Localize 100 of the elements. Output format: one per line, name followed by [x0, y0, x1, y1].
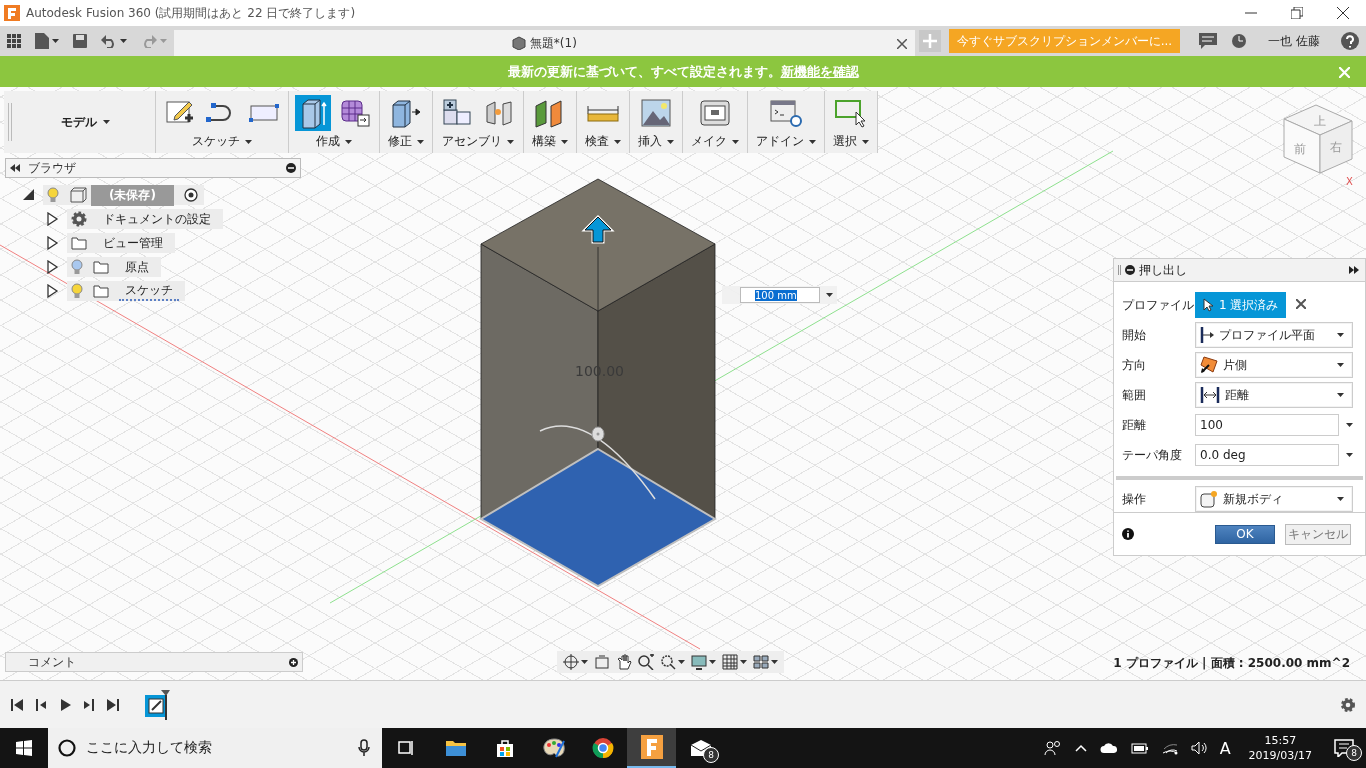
expand-arrow-icon[interactable] — [46, 284, 59, 298]
microphone-icon[interactable] — [358, 739, 370, 757]
joint-icon — [483, 98, 515, 128]
expand-arrow-icon[interactable] — [22, 188, 35, 202]
start-icon[interactable] — [16, 740, 32, 756]
dropdown-field[interactable]: 距離 — [1195, 382, 1353, 408]
notification-badge: 8 — [703, 747, 719, 763]
printer-icon — [699, 98, 731, 128]
viewports-icon[interactable] — [753, 654, 769, 670]
caret-icon — [667, 139, 674, 144]
toolbar-group-menu[interactable]: アセンブリ — [440, 131, 516, 152]
expand-arrow-icon[interactable] — [46, 260, 59, 274]
caret-icon — [417, 139, 424, 144]
toolbar-group-menu[interactable]: 構築 — [530, 131, 570, 152]
orbit-icon[interactable] — [563, 654, 579, 670]
help-icon[interactable] — [1341, 32, 1359, 50]
caret-icon — [52, 39, 59, 43]
battery-icon[interactable] — [1130, 742, 1149, 754]
dropdown-field[interactable]: 新規ボディ — [1195, 486, 1353, 512]
save-icon[interactable] — [73, 34, 87, 48]
ok-button[interactable]: OK — [1215, 524, 1275, 544]
clock[interactable]: 15:57 2019/03/17 — [1238, 733, 1322, 763]
wifi-icon[interactable] — [1161, 741, 1178, 755]
timeline-sketch-icon[interactable] — [144, 689, 170, 720]
field-label: 開始 — [1122, 326, 1147, 344]
settings-icon[interactable] — [1340, 696, 1356, 713]
chat-icon[interactable] — [1199, 33, 1218, 49]
file-icon[interactable] — [35, 33, 49, 49]
caret-icon — [614, 139, 621, 144]
number-input-field[interactable]: 100 — [1195, 414, 1339, 436]
show-hidden-icon[interactable] — [1074, 744, 1087, 752]
direction-icon — [1200, 356, 1218, 374]
expand-arrow-icon[interactable] — [46, 236, 59, 250]
close-tab-icon[interactable] — [896, 39, 907, 49]
workspace-menu[interactable]: モデル — [16, 91, 156, 153]
toolbar-group-menu[interactable]: メイク — [689, 131, 741, 152]
cancel-button[interactable]: キャンセル — [1285, 523, 1351, 545]
caret-icon — [1346, 423, 1353, 427]
taskbar-app-button[interactable] — [627, 728, 676, 768]
activate-radio-icon[interactable] — [183, 188, 198, 202]
grid-icon[interactable] — [722, 654, 738, 670]
caret-icon — [740, 660, 747, 664]
expand-arrow-icon[interactable] — [46, 212, 59, 226]
component-icon — [440, 98, 474, 128]
caret-icon — [245, 139, 252, 144]
grid-box-icon — [339, 98, 371, 128]
next-icon[interactable] — [82, 697, 96, 712]
toolbar-group-menu[interactable]: 修正 — [386, 131, 426, 152]
number-input-field[interactable]: 0.0 deg — [1195, 444, 1339, 466]
folder-icon — [444, 739, 467, 757]
expand-icon[interactable] — [1349, 266, 1359, 274]
zoom-icon[interactable] — [638, 654, 654, 670]
user-name[interactable]: 一也 佐藤 — [1268, 32, 1320, 50]
document-tab[interactable]: 無題*(1) — [174, 30, 915, 56]
caret-icon — [862, 139, 869, 144]
restore-icon[interactable] — [1291, 7, 1303, 19]
app-grid-icon[interactable] — [7, 34, 21, 48]
dropdown-field[interactable]: プロファイル平面 — [1195, 322, 1353, 348]
add-comment-icon[interactable] — [289, 657, 298, 667]
zoom-window-icon[interactable] — [660, 654, 676, 670]
cloud-icon[interactable] — [1099, 742, 1118, 754]
dropdown-field[interactable]: 片側 — [1195, 352, 1353, 378]
undo-icon[interactable] — [101, 34, 117, 48]
info-icon[interactable] — [1122, 528, 1134, 540]
minus-circle-icon[interactable] — [1125, 265, 1135, 275]
toolbar-group-menu[interactable]: 検査 — [583, 131, 623, 152]
previous-icon[interactable] — [34, 697, 48, 712]
rotation-handle-icon[interactable] — [591, 426, 605, 442]
toolbar-group-menu[interactable]: 選択 — [831, 131, 871, 152]
last-icon[interactable] — [106, 697, 120, 712]
body-icon — [511, 36, 526, 50]
input-mode-indicator[interactable]: A — [1219, 738, 1231, 758]
look-at-icon[interactable] — [594, 654, 610, 670]
box-arrow-icon — [390, 98, 422, 128]
speaker-icon[interactable] — [1190, 741, 1207, 755]
play-icon[interactable] — [58, 697, 72, 712]
toolbar-group-menu[interactable]: アドイン — [754, 131, 818, 152]
first-icon[interactable] — [10, 697, 24, 712]
people-icon[interactable] — [1043, 740, 1062, 756]
minus-circle-icon[interactable] — [286, 163, 296, 173]
distance-input-field[interactable]: 100 mm — [740, 287, 820, 303]
pan-icon[interactable] — [616, 654, 632, 670]
caret-icon — [1346, 453, 1353, 457]
display-icon[interactable] — [691, 654, 707, 670]
close-icon[interactable] — [1337, 7, 1349, 19]
toolbar-group-menu[interactable]: 挿入 — [636, 131, 676, 152]
taskbar-app-button[interactable]: 8 — [676, 728, 725, 768]
collapse-icon[interactable] — [10, 164, 20, 172]
caret-icon — [120, 39, 127, 43]
clock-icon[interactable] — [1231, 33, 1248, 49]
toolbar-group-menu[interactable]: スケッチ — [190, 131, 254, 152]
drag-arrow-icon[interactable] — [581, 214, 615, 244]
toolbar-group-menu[interactable]: 作成 — [314, 131, 354, 152]
dialog-title: 押し出し — [1139, 261, 1187, 279]
folder-icon — [71, 236, 87, 250]
search-field[interactable]: ここに入力して検索 — [48, 728, 382, 768]
caret-icon — [160, 39, 167, 43]
folder-icon — [93, 284, 109, 298]
start-plane-icon — [1200, 327, 1214, 343]
clear-selection-icon[interactable] — [1296, 299, 1307, 309]
